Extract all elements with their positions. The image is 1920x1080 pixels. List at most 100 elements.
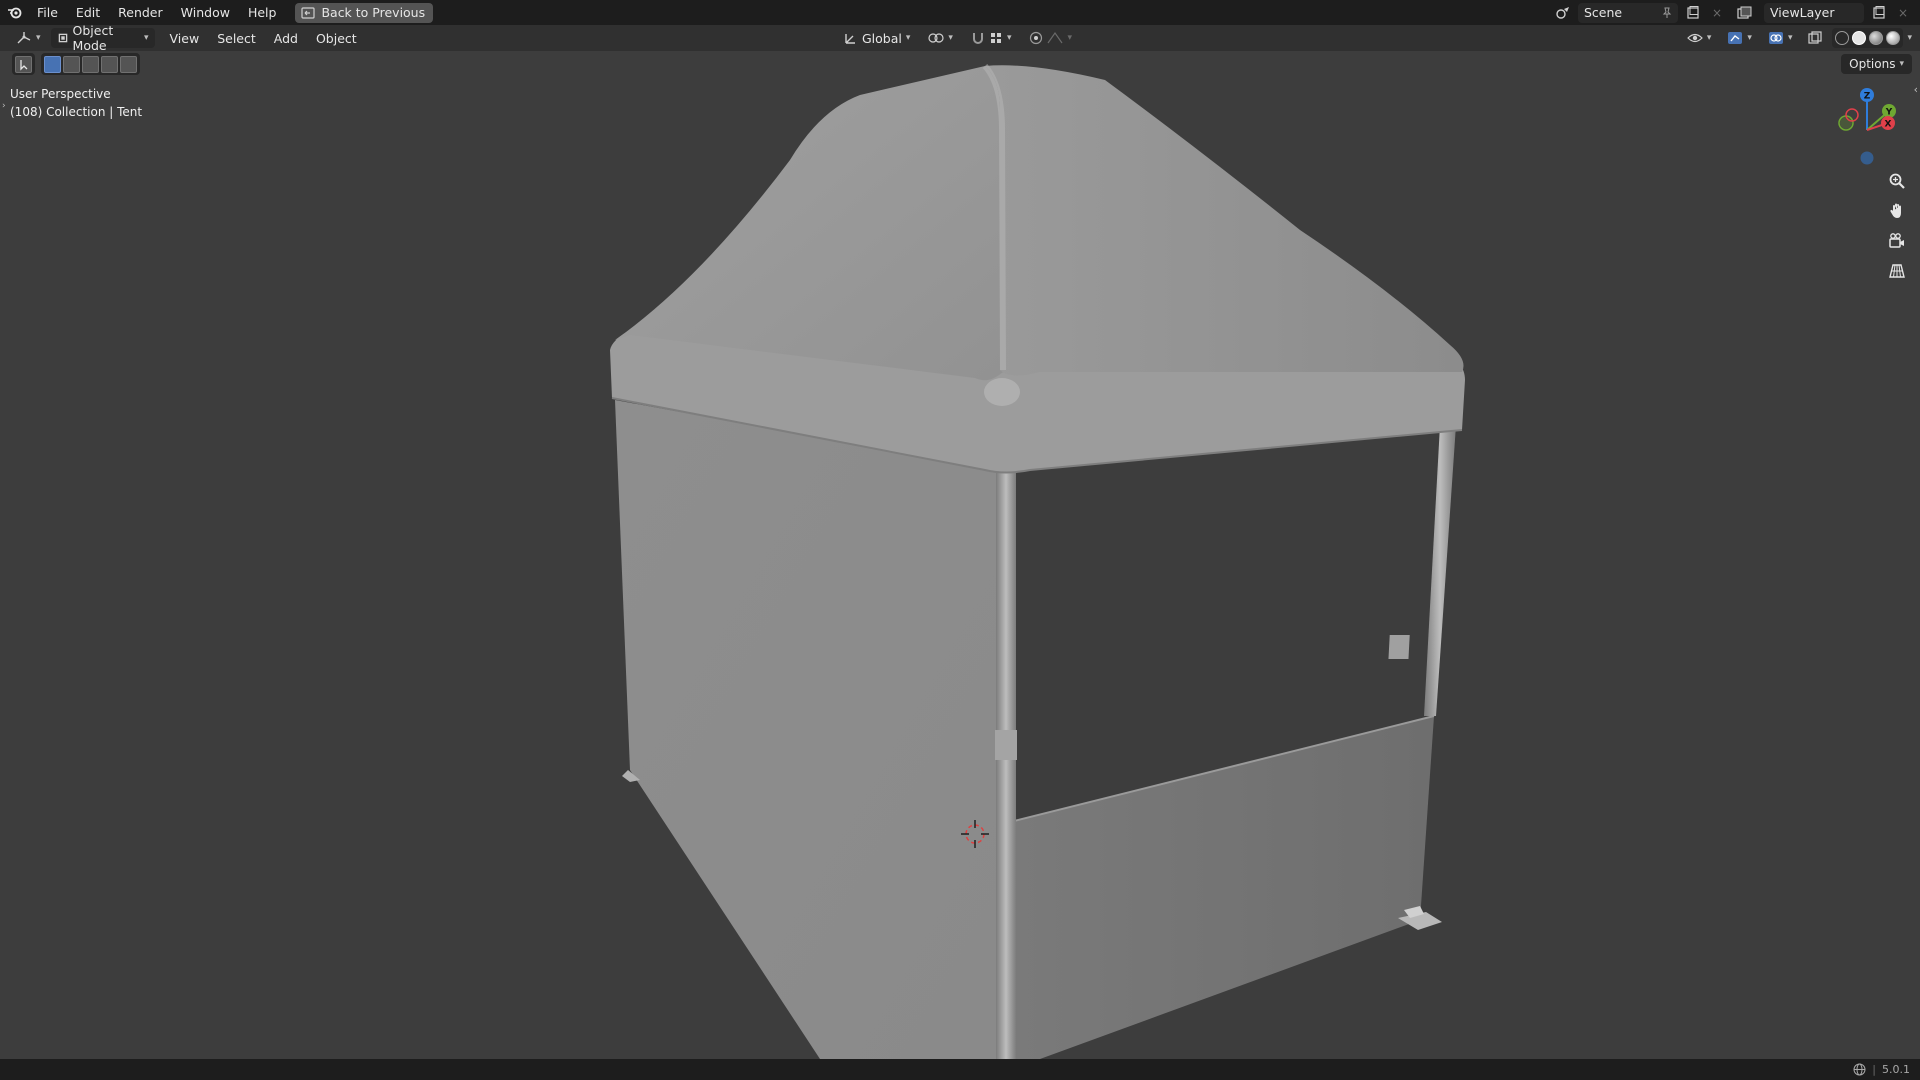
tent-model <box>610 64 1465 1059</box>
new-scene-icon[interactable] <box>1684 4 1702 22</box>
menu-edit[interactable]: Edit <box>67 0 109 25</box>
viewport-info: User Perspective (108) Collection | Tent <box>10 85 142 121</box>
xray-toggle[interactable] <box>1802 28 1828 48</box>
scene-controls: Scene × ViewLayer × <box>1554 0 1920 25</box>
object-mode-label: Object Mode <box>72 23 114 53</box>
camera-icon <box>1889 233 1904 248</box>
pan-button[interactable] <box>1884 198 1910 224</box>
orientation-label: Global <box>862 30 902 46</box>
view-layer-icon[interactable] <box>1732 4 1758 22</box>
select-invert-icon[interactable] <box>101 55 118 73</box>
gizmo-y-label: Y <box>1885 108 1893 118</box>
gizmo-icon <box>1728 32 1743 44</box>
chevron-right-icon[interactable]: › <box>2 101 6 111</box>
solid-shading-icon[interactable] <box>1852 31 1867 45</box>
transform-tools: Global ▾ ▾ ▾ ▾ <box>838 28 1078 48</box>
viewport-editor-icon <box>17 32 31 44</box>
header-menu-select[interactable]: Select <box>208 31 265 46</box>
chevron-down-icon: ▾ <box>1706 33 1712 43</box>
screen-back-icon <box>301 6 316 19</box>
scene-name: Scene <box>1584 5 1623 20</box>
close-view-layer-icon[interactable]: × <box>1894 4 1912 22</box>
chevron-down-icon: ▾ <box>1006 33 1012 43</box>
select-tool-icon[interactable] <box>15 55 32 73</box>
orientation-icon <box>845 34 855 44</box>
collection-info-label: (108) Collection | Tent <box>10 105 143 119</box>
menu-render[interactable]: Render <box>109 0 172 25</box>
chevron-down-icon[interactable]: ▾ <box>1907 33 1912 43</box>
chevron-down-icon: ▾ <box>1747 33 1752 43</box>
status-bar: | 5.0.1 <box>0 1059 1920 1080</box>
options-dropdown[interactable]: Options ▾ <box>1841 54 1912 74</box>
network-globe-icon[interactable] <box>1853 1063 1866 1076</box>
overlays-icon <box>1768 32 1783 44</box>
menu-window[interactable]: Window <box>172 0 239 25</box>
perspective-label: User Perspective <box>10 87 111 101</box>
hand-icon <box>1890 203 1901 218</box>
transform-orientation-dropdown[interactable]: Global ▾ <box>838 28 916 48</box>
chevron-down-icon: ▾ <box>144 33 149 43</box>
scene-name-field[interactable]: Scene <box>1578 2 1678 23</box>
3d-viewport[interactable]: User Perspective (108) Collection | Tent… <box>0 51 1920 1059</box>
pivot-point-dropdown[interactable]: ▾ <box>922 28 959 48</box>
back-to-previous-button[interactable]: Back to Previous <box>295 2 434 23</box>
chevron-down-icon: ▾ <box>1899 59 1904 69</box>
tent-roof-right <box>985 65 1464 376</box>
blender-logo-icon[interactable] <box>2 0 28 25</box>
status-divider: | <box>1872 1063 1876 1076</box>
options-label: Options <box>1849 57 1896 71</box>
tent-side-wall <box>615 400 997 1059</box>
eye-icon <box>1687 33 1703 43</box>
overlays-toggle[interactable]: ▾ <box>1762 28 1799 48</box>
object-mode-icon <box>58 33 67 43</box>
material-preview-icon[interactable] <box>1869 31 1884 45</box>
menu-help[interactable]: Help <box>239 0 286 25</box>
menu-file[interactable]: File <box>28 0 67 25</box>
proportional-editing-toggle[interactable]: ▾ <box>1023 28 1078 48</box>
falloff-curve-icon <box>1047 31 1063 44</box>
select-new-icon[interactable] <box>44 55 61 73</box>
rendered-shading-icon[interactable] <box>1886 31 1901 45</box>
wireframe-shading-icon[interactable] <box>1835 31 1850 45</box>
zoom-button[interactable] <box>1884 168 1910 194</box>
top-menu-bar: File Edit Render Window Help Back to Pre… <box>0 0 1920 25</box>
close-scene-icon[interactable]: × <box>1708 4 1726 22</box>
gizmo-x-label: X <box>1885 120 1892 130</box>
new-view-layer-icon[interactable] <box>1870 4 1888 22</box>
perspective-toggle-button[interactable] <box>1884 258 1910 284</box>
visibility-dropdown[interactable]: ▾ <box>1681 28 1718 48</box>
editor-type-button[interactable]: ▾ <box>10 28 47 48</box>
tent-roof-left <box>615 66 1005 381</box>
snap-toggle[interactable]: ▾ <box>965 28 1018 48</box>
object-mode-dropdown[interactable]: Object Mode ▾ <box>50 23 155 53</box>
tent-front-panel <box>1010 716 1434 1059</box>
chevron-down-icon: ▾ <box>36 33 41 43</box>
viewport-header: ▾ Object Mode ▾ View Select Add Object G… <box>0 23 1920 53</box>
gizmo-toggle[interactable]: ▾ <box>1721 28 1758 48</box>
gizmo-z-label: Z <box>1864 92 1871 102</box>
select-intersect-icon[interactable] <box>120 55 137 73</box>
tent-right-pole <box>1424 425 1456 716</box>
header-menu-view[interactable]: View <box>161 31 209 46</box>
scene-selector-icon[interactable] <box>1554 4 1572 22</box>
3d-cursor-icon[interactable] <box>959 818 991 850</box>
proportional-edit-icon <box>1030 31 1043 45</box>
selection-mode-box <box>41 53 140 75</box>
pivot-icon <box>928 33 945 43</box>
version-label: 5.0.1 <box>1882 1063 1910 1076</box>
navigation-gizmo[interactable]: Z Y X <box>1822 85 1912 175</box>
grid-perspective-icon <box>1889 264 1905 278</box>
chevron-down-icon: ▾ <box>905 33 911 43</box>
view-layer-name: ViewLayer <box>1770 5 1835 20</box>
sidebar-toggle-icon[interactable]: ‹ <box>1914 83 1918 96</box>
magnet-icon <box>972 33 983 44</box>
select-subtract-icon[interactable] <box>82 55 99 73</box>
viewport-tool-row <box>12 53 140 75</box>
view-layer-field[interactable]: ViewLayer <box>1764 2 1864 23</box>
select-extend-icon[interactable] <box>63 55 80 73</box>
shading-mode-group <box>1832 28 1904 48</box>
pin-icon[interactable] <box>1662 7 1672 19</box>
header-menu-object[interactable]: Object <box>307 31 366 46</box>
camera-view-button[interactable] <box>1884 228 1910 254</box>
header-menu-add[interactable]: Add <box>265 31 307 46</box>
